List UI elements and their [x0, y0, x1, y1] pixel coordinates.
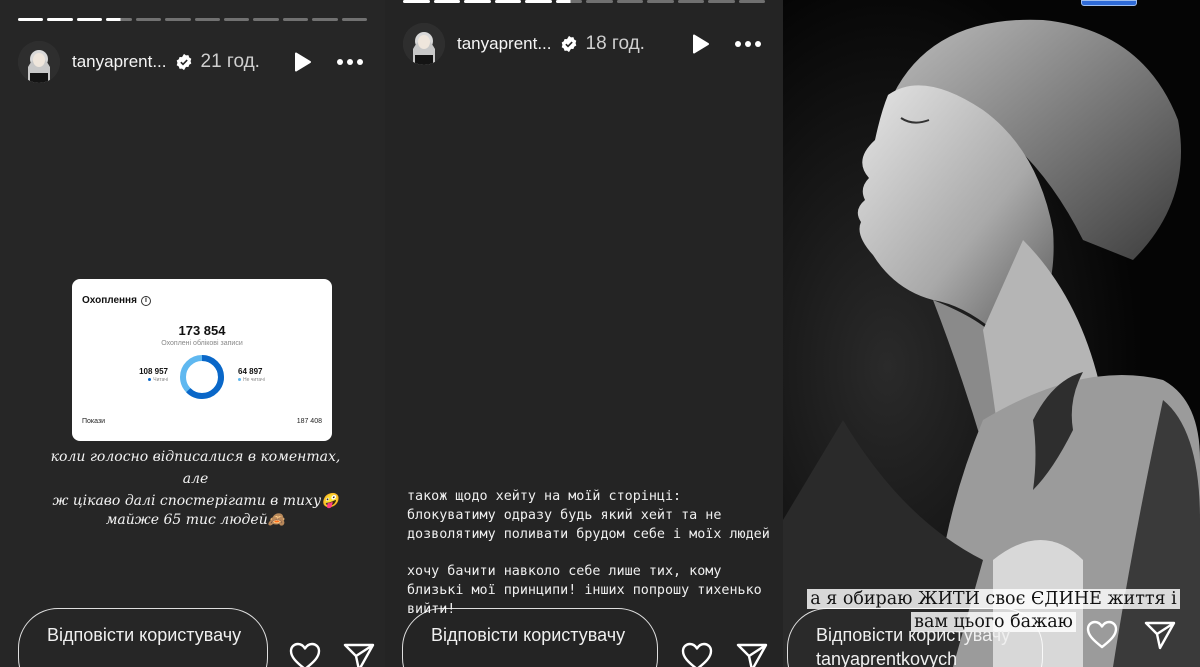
impressions-value: 187 408: [296, 418, 322, 425]
followers-stat: 108 957 Читачі: [139, 367, 168, 383]
play-icon[interactable]: [291, 51, 313, 73]
reach-donut-chart: [180, 355, 224, 399]
progress-segment: [282, 18, 309, 21]
progress-segment: [18, 18, 44, 21]
progress-segment: [341, 18, 368, 21]
send-icon[interactable]: [735, 640, 769, 667]
progress-segment: [403, 0, 430, 3]
progress-segment: [223, 18, 250, 21]
story-photo: [783, 0, 1200, 667]
reach-insights-card: Охоплення i 173 854 Охоплені облікові за…: [72, 279, 332, 441]
more-options-icon[interactable]: [735, 33, 765, 55]
send-icon[interactable]: [342, 640, 376, 667]
progress-segment: [76, 18, 103, 21]
progress-segment: [616, 0, 643, 3]
progress-segment: [525, 0, 552, 3]
story-timestamp: 18 год.: [585, 33, 645, 54]
story-panel-2[interactable]: tanyaprent... 18 год. також щодо хейту н…: [385, 0, 783, 667]
reply-input[interactable]: Відповісти користувачу: [402, 608, 658, 667]
progress-segment: [494, 0, 521, 3]
send-icon[interactable]: [1143, 618, 1177, 652]
story-caption-secondary: майже 65 тис людей🙈: [105, 512, 286, 528]
non-followers-stat: 64 897 Не читачі: [238, 367, 265, 383]
impressions-label: Покази: [82, 418, 106, 425]
reach-subtitle: Охоплені облікові записи: [161, 340, 243, 347]
username-link[interactable]: tanyaprent...: [72, 52, 167, 72]
more-options-icon[interactable]: [337, 51, 367, 73]
avatar[interactable]: [18, 41, 60, 83]
live-badge: [1081, 0, 1137, 6]
heart-icon[interactable]: [288, 640, 322, 667]
info-icon: i: [140, 295, 151, 306]
reach-title: Охоплення i: [82, 295, 151, 306]
play-icon[interactable]: [689, 33, 711, 55]
reply-input[interactable]: Відповісти користувачу tanyaprentkovych: [787, 608, 1043, 667]
story-progress-bar: [18, 18, 368, 21]
progress-segment: [708, 0, 735, 3]
reply-input[interactable]: Відповісти користувачу: [18, 608, 268, 667]
verified-badge-icon: [561, 35, 576, 53]
progress-segment: [165, 18, 191, 21]
progress-segment: [106, 18, 132, 21]
progress-segment: [47, 18, 73, 21]
progress-segment: [135, 18, 162, 21]
verified-badge-icon: [176, 53, 191, 71]
username-link[interactable]: tanyaprent...: [457, 34, 552, 54]
progress-segment: [647, 0, 674, 3]
reach-total: 173 854: [178, 323, 226, 338]
progress-segment: [194, 18, 220, 21]
progress-segment: [738, 0, 765, 3]
progress-segment: [312, 18, 338, 21]
progress-segment: [586, 0, 613, 3]
avatar[interactable]: [403, 23, 445, 65]
heart-icon[interactable]: [1085, 618, 1119, 652]
story-panel-3[interactable]: а я обираю ЖИТИ своє ЄДИНЕ життя і вам ц…: [783, 0, 1200, 667]
progress-segment: [464, 0, 491, 3]
story-caption: коли голосно відписалися в коментах, але…: [50, 449, 341, 509]
story-progress-bar: [403, 0, 765, 3]
story-header: tanyaprent... 18 год.: [403, 22, 765, 66]
progress-segment: [677, 0, 704, 3]
story-text-block: також щодо хейту на моїй сторінці: блоку…: [407, 489, 770, 542]
progress-segment: [253, 18, 279, 21]
heart-icon[interactable]: [680, 640, 714, 667]
story-header: tanyaprent... 21 год.: [18, 40, 367, 84]
progress-segment: [433, 0, 460, 3]
progress-segment: [555, 0, 582, 3]
story-timestamp: 21 год.: [200, 51, 260, 72]
story-panel-1[interactable]: tanyaprent... 21 год. Охоплення i 173 85…: [0, 0, 385, 667]
